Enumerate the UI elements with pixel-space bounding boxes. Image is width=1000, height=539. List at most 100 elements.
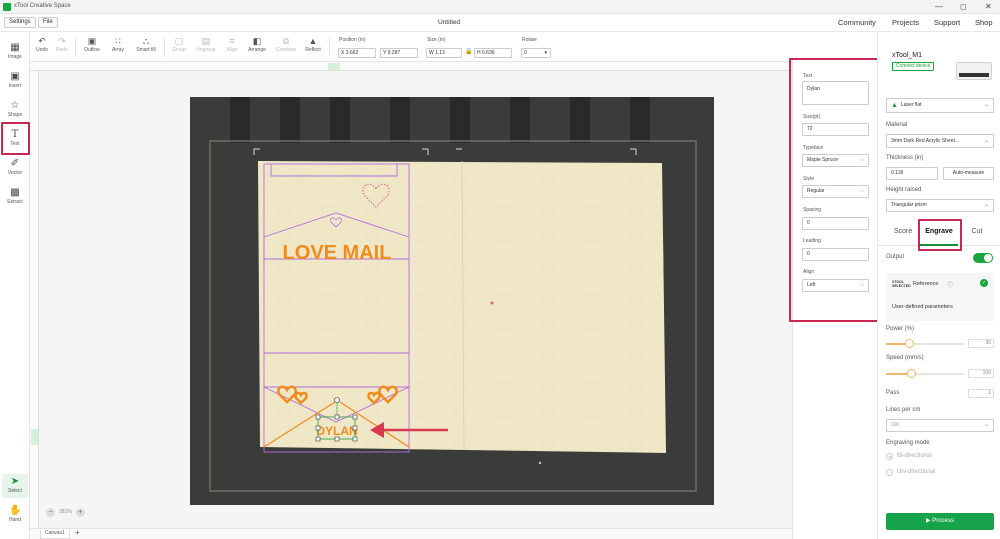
lines-per-cm-label: Lines per cm xyxy=(886,407,921,413)
speed-slider-thumb[interactable] xyxy=(907,369,917,378)
shop-link[interactable]: Shop xyxy=(975,18,993,27)
group-icon: ▢ xyxy=(174,36,184,46)
engrave-tab-highlight xyxy=(918,219,962,251)
support-link[interactable]: Support xyxy=(934,18,960,27)
lock-ratio-icon[interactable]: 🔒 xyxy=(465,48,472,55)
text-panel-highlight xyxy=(789,58,879,322)
height-raised-label: Height raised xyxy=(886,187,922,193)
top-toolbar: ↶ Undo ↷ Redo ▣ Outline ∷ Array ⛬ Smart … xyxy=(30,32,792,62)
power-label: Power (%) xyxy=(886,326,915,332)
laser-mode-select[interactable]: ▲ Laser flat ⌄ xyxy=(886,98,994,113)
arrange-button[interactable]: ◧ Arrange xyxy=(245,35,269,53)
camera-preview[interactable]: LOVE MAIL DYLAN xyxy=(190,97,714,505)
left-toolbar: ▦ Image ▣ Insert ☆ Shape T Text ✐ Vector… xyxy=(0,32,30,539)
love-mail-text[interactable]: LOVE MAIL xyxy=(283,242,392,264)
smart-fill-button[interactable]: ⛬ Smart fill xyxy=(132,35,160,53)
minimize-icon[interactable]: — xyxy=(935,2,943,11)
ungroup-button[interactable]: ▤ Ungroup xyxy=(193,35,219,53)
power-slider[interactable] xyxy=(886,339,964,348)
process-button[interactable]: ▶ Process xyxy=(886,513,994,530)
speed-input[interactable]: 100 xyxy=(968,369,994,378)
undo-button[interactable]: ↶ Undo xyxy=(34,35,50,53)
file-button[interactable]: File xyxy=(38,17,58,28)
redo-button[interactable]: ↷ Redo xyxy=(54,35,70,53)
array-button[interactable]: ∷ Array xyxy=(108,35,128,53)
smart-fill-icon: ⛬ xyxy=(142,36,150,46)
canvas-area[interactable]: LOVE MAIL DYLAN − 281% + xyxy=(30,62,792,528)
unidirectional-radio[interactable] xyxy=(886,469,893,476)
speed-label: Speed (mm/s) xyxy=(886,355,924,361)
tool-select[interactable]: ➤ Select xyxy=(2,474,28,498)
combine-button[interactable]: ⧉ Combine xyxy=(273,35,299,53)
arrange-icon: ◧ xyxy=(252,36,262,46)
laser-icon: ▲ xyxy=(891,102,898,109)
maximize-icon[interactable]: ◻ xyxy=(960,2,967,11)
chevron-down-icon: ⌄ xyxy=(983,422,989,428)
camera-preview-svg: LOVE MAIL DYLAN xyxy=(190,97,714,505)
tool-vector[interactable]: ✐ Vector xyxy=(2,156,28,180)
align-button[interactable]: ≡ Align xyxy=(223,35,241,53)
check-icon: ✓ xyxy=(980,279,988,287)
height-raised-select[interactable]: Triangular prism ⌄ xyxy=(886,199,994,212)
tool-image[interactable]: ▦ Image xyxy=(2,40,28,64)
reference-option[interactable]: Reference xyxy=(913,281,938,287)
zoom-level: 281% xyxy=(59,509,72,515)
ungroup-icon: ▤ xyxy=(201,36,211,46)
extract-icon: ▩ xyxy=(10,187,20,198)
redo-icon: ↷ xyxy=(58,36,66,46)
chevron-down-icon: ⌄ xyxy=(983,138,989,144)
size-height-input[interactable]: H 0.636 xyxy=(474,48,512,58)
position-x-input[interactable]: X 3.662 xyxy=(338,48,376,58)
pass-input[interactable]: 1 xyxy=(968,389,994,398)
select-cursor-icon: ➤ xyxy=(10,476,20,487)
tab-score[interactable]: Score xyxy=(886,218,920,246)
auto-measure-button[interactable]: Auto-measure xyxy=(943,167,994,180)
tab-cut[interactable]: Cut xyxy=(960,218,994,246)
tool-extract[interactable]: ▩ Extract xyxy=(2,185,28,209)
tool-shape[interactable]: ☆ Shape xyxy=(2,98,28,122)
tool-hand[interactable]: ✋ Hand xyxy=(2,503,28,527)
combine-icon: ⧉ xyxy=(282,36,290,46)
thickness-label: Thickness (in) xyxy=(886,155,924,161)
canvas-tab[interactable]: Canvas1 xyxy=(40,529,70,539)
size-width-input[interactable]: W 1.13 xyxy=(426,48,462,58)
laser-dot xyxy=(490,301,494,305)
zoom-in-button[interactable]: + xyxy=(75,507,85,517)
zoom-out-button[interactable]: − xyxy=(46,507,55,517)
material-select[interactable]: 3mm Dark Red Acrylic Sheet... ⌄ xyxy=(886,134,994,148)
selected-dylan-text[interactable]: DYLAN xyxy=(316,424,357,438)
power-slider-thumb[interactable] xyxy=(904,339,914,348)
document-title: Untitled xyxy=(438,19,461,26)
add-canvas-button[interactable]: + xyxy=(75,528,80,537)
lines-per-cm-select[interactable]: 100 ⌄ xyxy=(886,419,994,432)
settings-button[interactable]: Settings xyxy=(4,17,36,28)
group-button[interactable]: ▢ Group xyxy=(169,35,189,53)
community-link[interactable]: Community xyxy=(838,18,876,27)
output-label: Output xyxy=(886,254,905,260)
power-input[interactable]: 30 xyxy=(968,339,994,348)
bidirectional-radio[interactable] xyxy=(886,453,893,460)
device-panel: xTool_M1 Connect device ▲ Laser flat ⌄ M… xyxy=(877,32,1000,539)
close-icon[interactable]: ✕ xyxy=(985,2,992,11)
speed-slider[interactable] xyxy=(886,369,964,378)
tool-insert[interactable]: ▣ Insert xyxy=(2,69,28,93)
connect-device-button[interactable]: Connect device xyxy=(892,62,935,71)
insert-icon: ▣ xyxy=(10,71,20,82)
info-icon[interactable]: ⓘ xyxy=(947,280,953,289)
menu-bar: Settings File Untitled Community Project… xyxy=(0,14,1000,32)
app-title: xTool Creative Space xyxy=(14,3,71,9)
projects-link[interactable]: Projects xyxy=(892,18,919,27)
zoom-control: − 281% + xyxy=(46,507,85,517)
position-y-input[interactable]: Y 9.287 xyxy=(380,48,418,58)
outline-button[interactable]: ▣ Outline xyxy=(81,35,103,53)
reflect-icon: ▲ xyxy=(308,36,318,46)
size-label: Size (in) xyxy=(427,37,446,43)
ruler-left xyxy=(30,71,39,528)
pass-label: Pass xyxy=(886,390,900,396)
engraving-mode-label: Engraving mode xyxy=(886,440,930,446)
output-toggle[interactable] xyxy=(973,253,993,263)
rotate-input[interactable]: 0 ▾ xyxy=(521,48,551,58)
thickness-input[interactable]: 0.118 xyxy=(886,167,938,180)
reflect-button[interactable]: ▲ Reflect xyxy=(303,35,323,53)
user-defined-option[interactable]: User-defined parameters xyxy=(892,304,953,310)
